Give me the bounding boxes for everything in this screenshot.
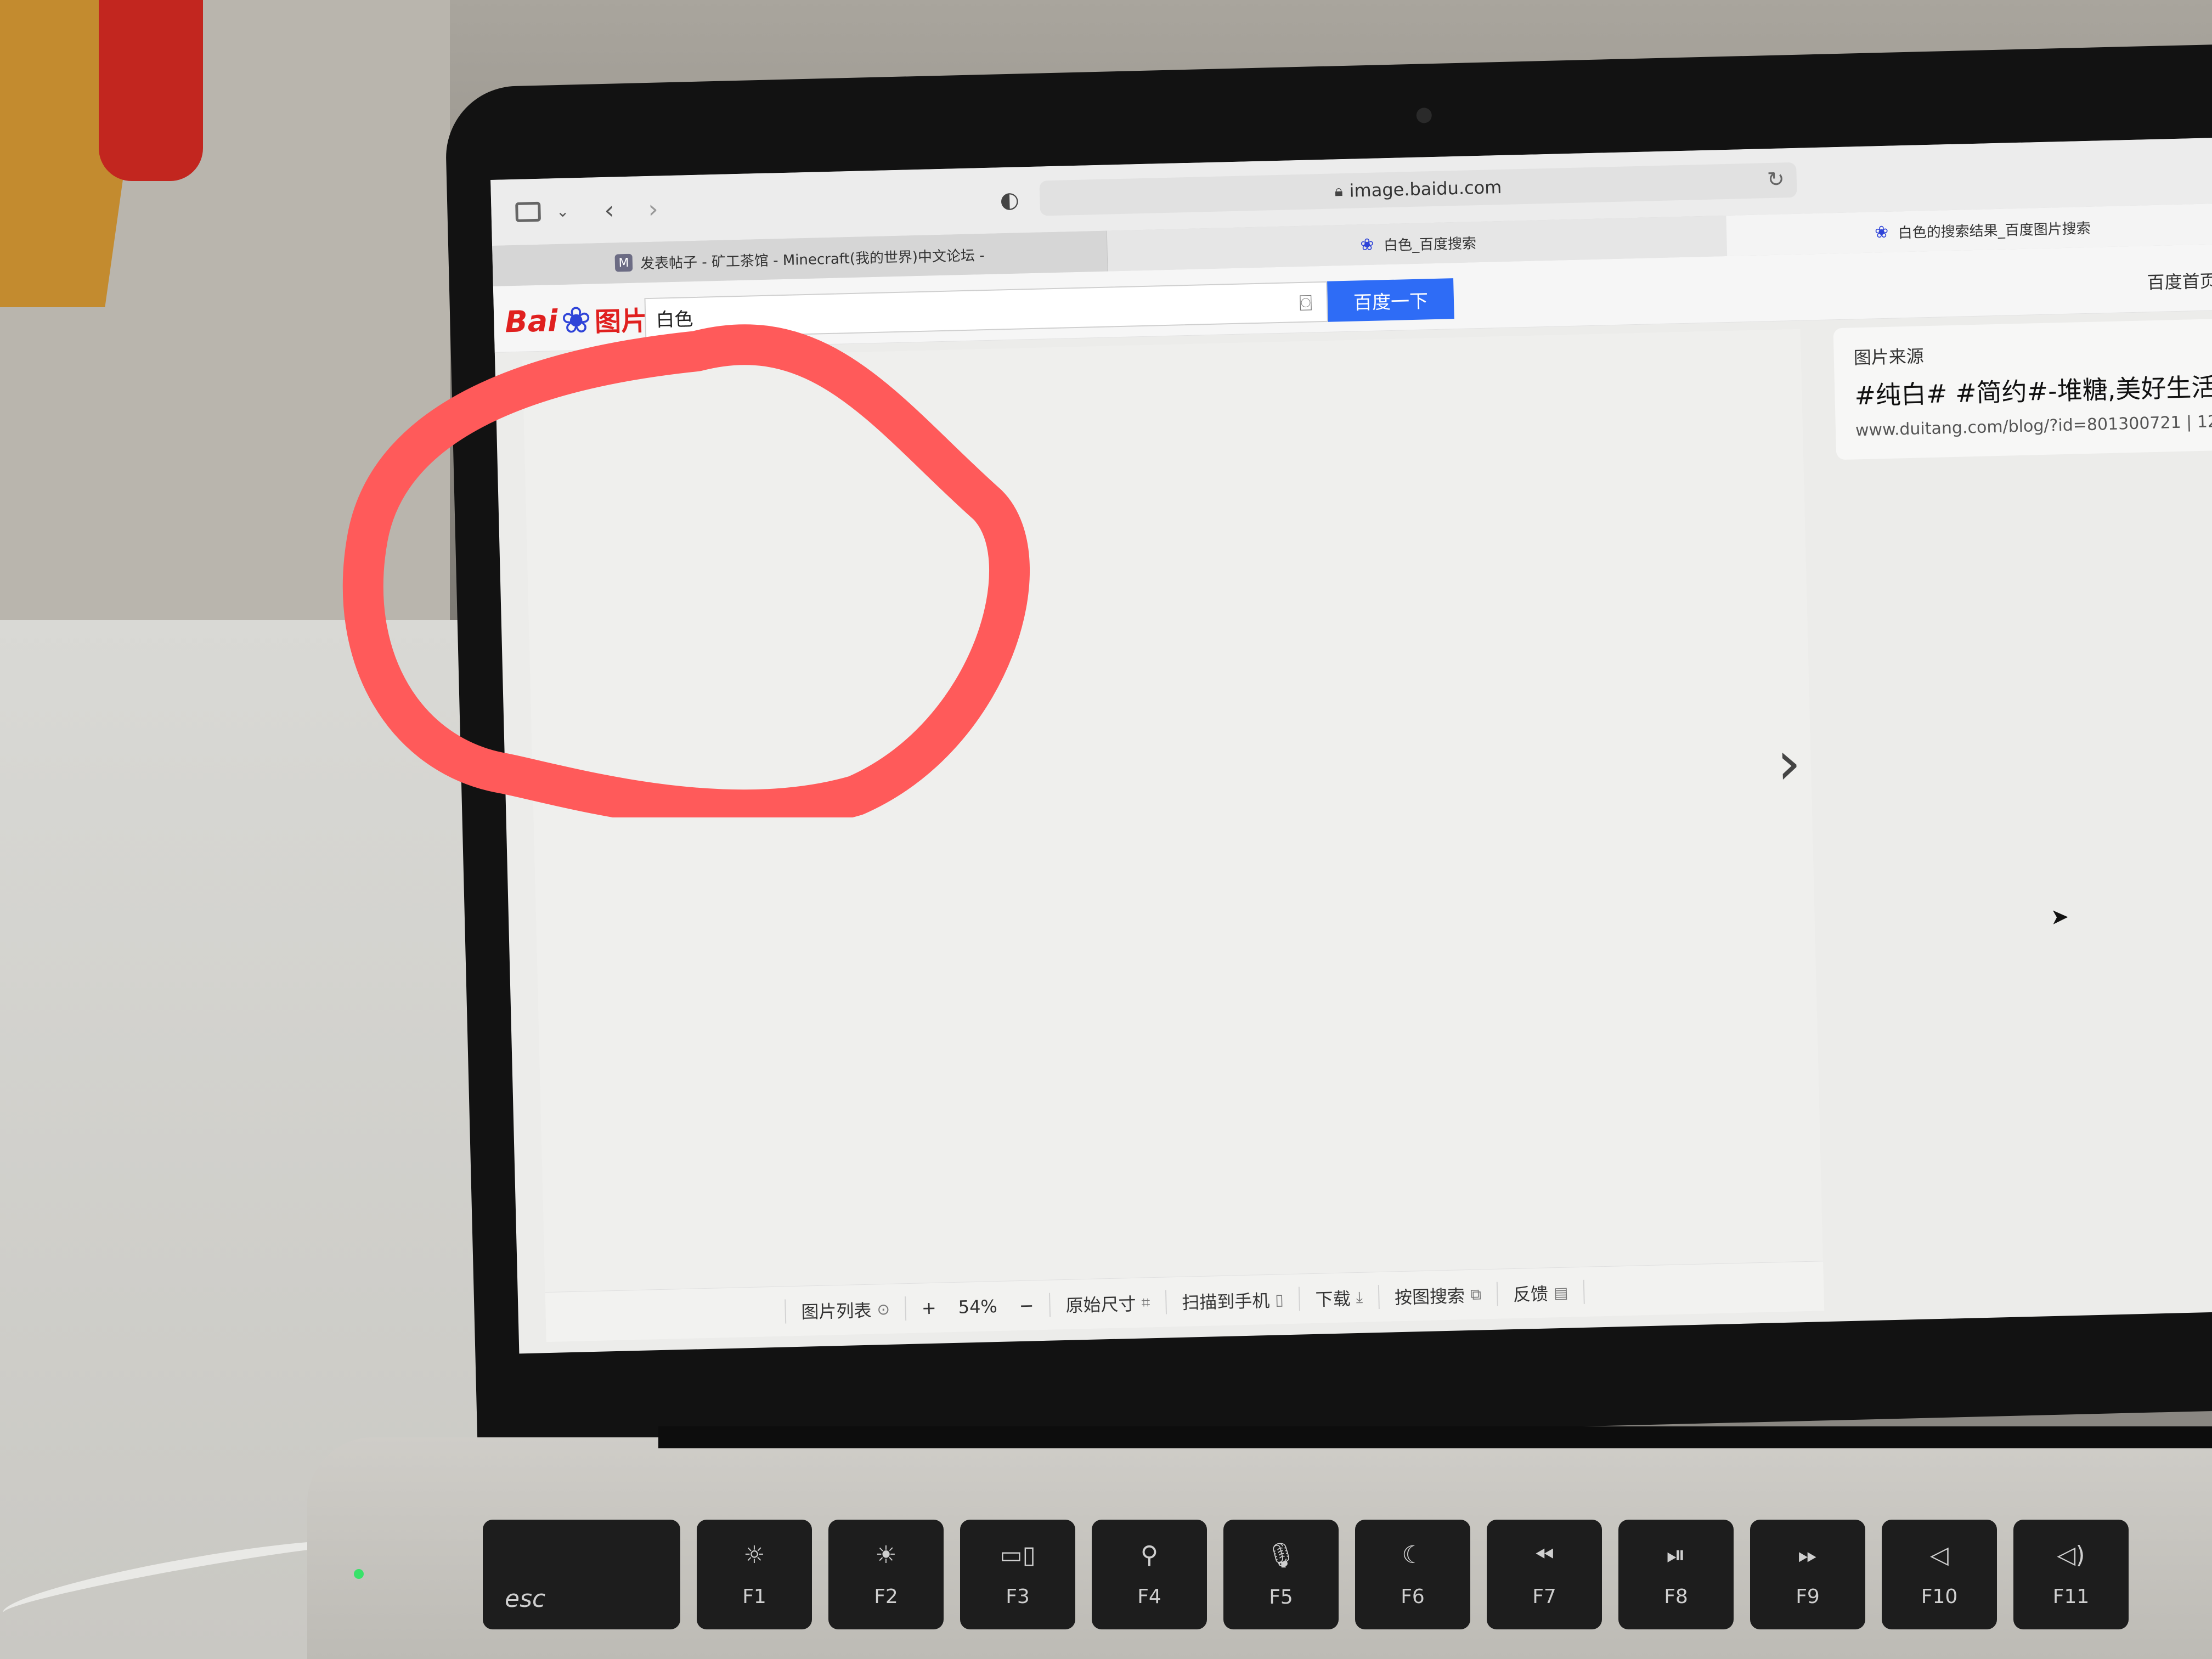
scan-to-phone-button[interactable]: 扫描到手机 ▯ — [1165, 1286, 1300, 1314]
feedback-label: 反馈 — [1513, 1283, 1549, 1306]
zoom-level: 54% — [958, 1296, 998, 1318]
back-arrow-icon[interactable]: ‹ — [595, 193, 623, 227]
f10-key[interactable]: ◁ F10 — [1882, 1520, 1997, 1629]
baidu-paw-icon: ❀ — [560, 298, 592, 342]
image-search-icon: ⧉ — [1470, 1285, 1482, 1304]
original-size-button[interactable]: 原始尺寸 ⌗ — [1049, 1290, 1166, 1317]
search-by-image-button[interactable]: 按图搜索 ⧉ — [1378, 1282, 1497, 1310]
key-label: F9 — [1796, 1585, 1820, 1608]
reload-icon[interactable]: ↻ — [1767, 167, 1785, 191]
resize-icon: ⌗ — [1141, 1293, 1150, 1312]
f4-key[interactable]: ⚲ F4 — [1092, 1520, 1207, 1629]
background-fire-extinguisher — [99, 0, 203, 181]
feedback-icon: ▤ — [1553, 1283, 1568, 1302]
source-url[interactable]: www.duitang.com/blog/?id=801300721 | 120… — [1855, 411, 2212, 440]
key-label: F7 — [1532, 1585, 1556, 1608]
key-label: F6 — [1401, 1585, 1425, 1608]
viewer-bottom-bar: 图片列表 ⊙ + 54% − 原始尺寸 ⌗ 扫描到手机 ▯ 下载 ⤓ 按图搜索 … — [545, 1261, 1825, 1342]
download-label: 下载 — [1315, 1288, 1351, 1310]
f11-key[interactable]: ◁) F11 — [2013, 1520, 2129, 1629]
search-query-text: 白色 — [655, 308, 693, 331]
search-by-image-label: 按图搜索 — [1394, 1285, 1465, 1308]
download-icon: ⤓ — [1356, 1288, 1363, 1307]
key-label: F5 — [1269, 1585, 1293, 1609]
lock-icon: 🔒︎ — [1334, 182, 1344, 200]
key-label: F1 — [742, 1585, 766, 1608]
key-label: F8 — [1664, 1585, 1688, 1608]
f7-key[interactable]: ⏪︎ F7 — [1487, 1520, 1602, 1629]
webcam — [1416, 108, 1432, 123]
zoom-out-button[interactable]: − — [1019, 1295, 1034, 1316]
address-url: image.baidu.com — [1349, 176, 1502, 201]
zoom-controls: + 54% − — [905, 1293, 1050, 1321]
search-input[interactable]: 白色 ⌼ — [644, 281, 1328, 339]
camera-icon[interactable]: ⌼ — [1299, 290, 1313, 316]
f2-key[interactable]: ☀ F2 — [828, 1520, 944, 1629]
search-icon: ⚲ — [1140, 1541, 1159, 1569]
volume-down-icon: ◁) — [2057, 1541, 2085, 1569]
mission-control-icon: ▭▯ — [1000, 1541, 1036, 1569]
tab-favicon: M — [614, 253, 633, 272]
rewind-icon: ⏪︎ — [1534, 1541, 1554, 1569]
tab-title: 白色的搜索结果_百度图片搜索 — [1898, 220, 2091, 241]
microphone-icon: 🎙︎ — [1266, 1541, 1296, 1570]
image-viewer[interactable]: › 图片列表 ⊙ + 54% − 原始尺寸 ⌗ 扫描到手机 ▯ 下载 ⤓ 按图搜… — [522, 329, 1825, 1342]
forward-arrow-icon[interactable]: › — [639, 192, 667, 225]
feedback-button[interactable]: 反馈 ▤ — [1496, 1279, 1585, 1306]
circle-chevron-icon: ⊙ — [877, 1300, 890, 1318]
tab-title: 白色_百度搜索 — [1383, 235, 1477, 254]
laptop-screen: ⌄ ‹ › ◐ 🔒︎ image.baidu.com ↻ M 发表帖子 - 矿工… — [490, 137, 2212, 1354]
source-title[interactable]: #纯白# #简约#-堆糖,美好生活研 — [1854, 366, 2212, 412]
mute-icon: ◁ — [1930, 1541, 1949, 1569]
function-key-row: esc ☼ F1 ☀ F2 ▭▯ F3 ⚲ F4 🎙︎ F5 ☾ F6 ⏪︎ F… — [483, 1520, 2129, 1629]
baidu-image-logo[interactable]: Bai ❀ 图片 — [504, 298, 648, 342]
baidu-paw-icon: ❀ — [1874, 222, 1889, 242]
image-source-panel: 图片来源 #纯白# #简约#-堆糖,美好生活研 www.duitang.com/… — [1833, 318, 2212, 460]
key-label: F10 — [1921, 1585, 1958, 1608]
f5-key[interactable]: 🎙︎ F5 — [1223, 1520, 1339, 1629]
f8-key[interactable]: ⏯︎ F8 — [1618, 1520, 1734, 1629]
key-label: F2 — [874, 1585, 898, 1608]
privacy-shield-icon[interactable]: ◐ — [996, 183, 1024, 217]
image-list-button[interactable]: 图片列表 ⊙ — [784, 1296, 906, 1324]
laptop-bezel: ⌄ ‹ › ◐ 🔒︎ image.baidu.com ↻ M 发表帖子 - 矿工… — [444, 44, 2212, 1454]
key-label: F3 — [1006, 1585, 1030, 1608]
esc-key[interactable]: esc — [483, 1520, 680, 1629]
f6-key[interactable]: ☾ F6 — [1355, 1520, 1470, 1629]
baidu-home-link[interactable]: 百度首页 — [2147, 267, 2212, 294]
search-button[interactable]: 百度一下 — [1327, 278, 1454, 322]
f1-key[interactable]: ☼ F1 — [697, 1520, 812, 1629]
sidebar-toggle-icon[interactable] — [513, 195, 543, 229]
key-label: esc — [505, 1585, 546, 1613]
f3-key[interactable]: ▭▯ F3 — [960, 1520, 1075, 1629]
phone-icon: ▯ — [1274, 1290, 1284, 1309]
mouse-cursor-icon: ➤ — [2050, 904, 2069, 930]
logo-bai: Bai — [504, 303, 558, 339]
address-bar[interactable]: 🔒︎ image.baidu.com ↻ — [1039, 162, 1797, 216]
next-image-arrow[interactable]: › — [1771, 727, 1806, 798]
download-button[interactable]: 下载 ⤓ — [1299, 1285, 1379, 1311]
scan-to-phone-label: 扫描到手机 — [1181, 1290, 1270, 1313]
charging-led — [354, 1569, 364, 1579]
zoom-in-button[interactable]: + — [921, 1297, 936, 1319]
f9-key[interactable]: ⏩︎ F9 — [1750, 1520, 1865, 1629]
baidu-paw-icon: ❀ — [1359, 235, 1374, 255]
play-pause-icon: ⏯︎ — [1666, 1541, 1686, 1569]
laptop-hinge — [658, 1426, 2212, 1448]
key-label: F4 — [1137, 1585, 1161, 1608]
image-list-label: 图片列表 — [801, 1300, 872, 1323]
logo-tupian: 图片 — [594, 306, 648, 338]
chevron-down-icon[interactable]: ⌄ — [554, 194, 571, 228]
source-label: 图片来源 — [1853, 346, 1925, 369]
fast-forward-icon: ⏩︎ — [1798, 1541, 1818, 1569]
brightness-down-icon: ☼ — [743, 1541, 765, 1569]
key-label: F11 — [2052, 1585, 2090, 1608]
brightness-up-icon: ☀ — [875, 1541, 897, 1569]
moon-icon: ☾ — [1402, 1541, 1424, 1569]
original-size-label: 原始尺寸 — [1065, 1293, 1137, 1316]
tab-title: 发表帖子 - 矿工茶馆 - Minecraft(我的世界)中文论坛 - — [640, 247, 985, 272]
